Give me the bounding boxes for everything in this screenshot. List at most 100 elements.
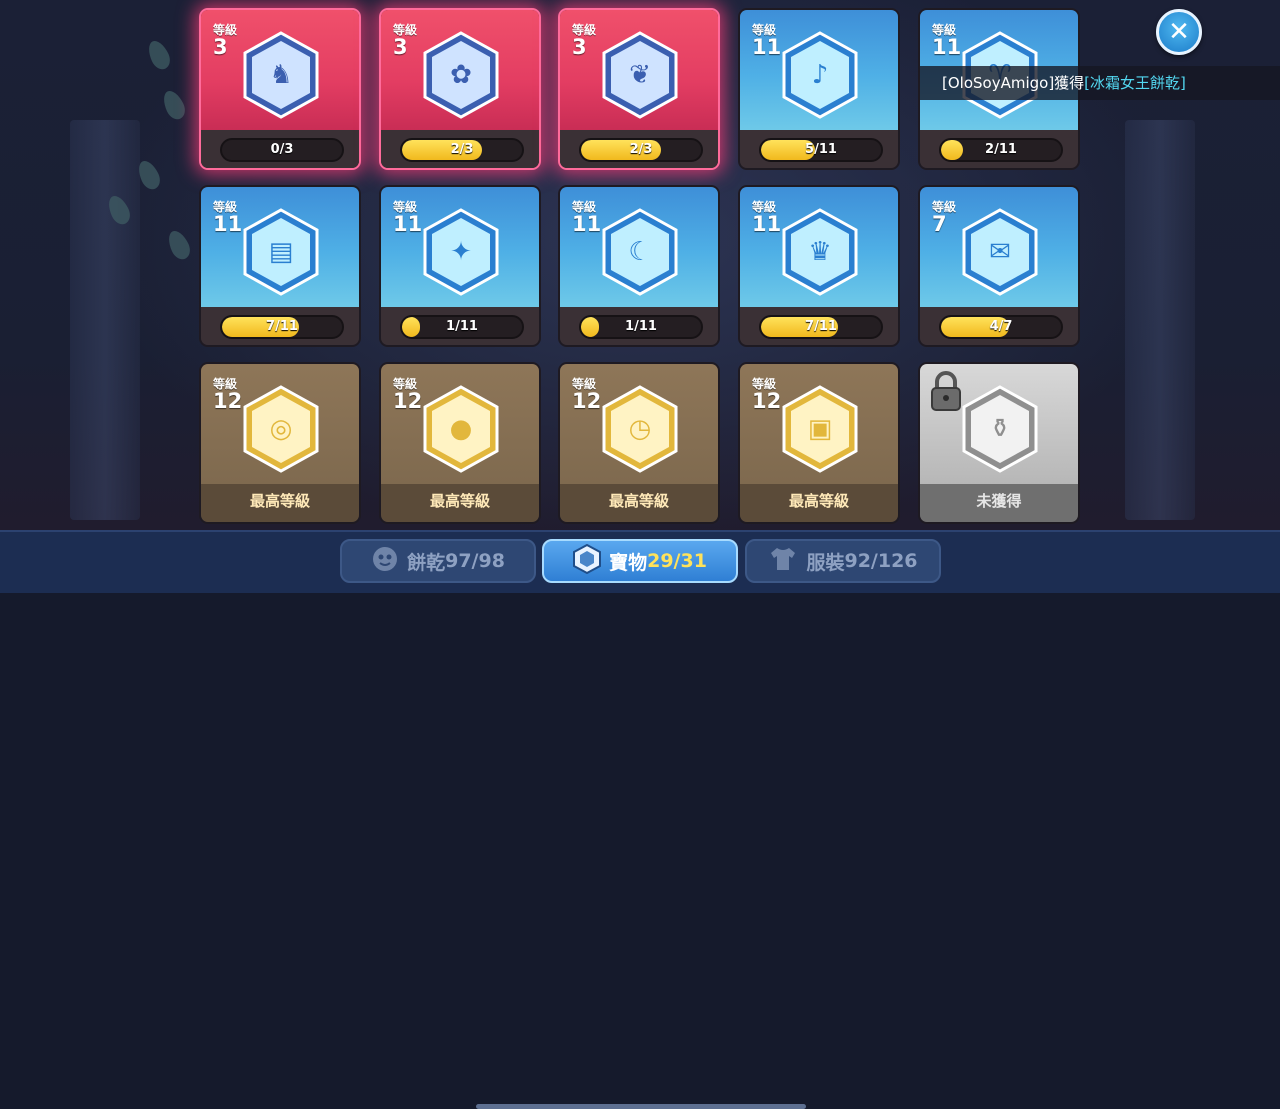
- yellow-bird-icon: ●: [422, 385, 500, 473]
- icon-glyph: ◎: [269, 414, 293, 444]
- icon-glyph: ✉: [989, 237, 1011, 267]
- icon-glyph: ▤: [268, 237, 294, 267]
- level-value: 12: [393, 389, 423, 413]
- cookie-face-icon: [371, 545, 399, 578]
- pocket-watch-icon: ◷: [601, 385, 679, 473]
- tab-count: 92/126: [844, 550, 918, 572]
- icon-glyph: ▣: [807, 414, 833, 444]
- level-value: 11: [572, 212, 602, 236]
- icon-glyph: ♪: [811, 60, 829, 90]
- level-value: 12: [213, 389, 243, 413]
- progress-bar: 2/11: [939, 138, 1063, 162]
- level-value: 11: [752, 212, 782, 236]
- close-icon: ✕: [1168, 17, 1190, 47]
- treasure-card[interactable]: ◎ 等級 12 最高等級: [199, 362, 361, 524]
- progress-text: 5/11: [805, 142, 837, 157]
- coral-branch-icon: ❦: [601, 31, 679, 119]
- icon-glyph: ✿: [450, 60, 472, 90]
- max-level-label: 最高等級: [608, 492, 669, 510]
- level-value: 3: [213, 35, 228, 59]
- max-level-label: 最高等級: [429, 492, 490, 510]
- progress-text: 2/11: [985, 142, 1017, 157]
- progress-bar: 7/11: [220, 315, 344, 339]
- max-level-label: 最高等級: [249, 492, 310, 510]
- tab-treasures[interactable]: 寶物 29/31: [542, 539, 738, 583]
- tab-scroll-indicator: [476, 1104, 806, 1109]
- progress-text: 2/3: [629, 142, 653, 157]
- progress-text: 1/11: [446, 319, 478, 334]
- scythe-bone-icon: ☾: [601, 208, 679, 296]
- progress-bar: 1/11: [400, 315, 524, 339]
- progress-bar: 2/3: [579, 138, 703, 162]
- treasure-card[interactable]: ♞ 等級 3 0/3: [199, 8, 361, 170]
- tab-label: 餅乾: [407, 551, 446, 574]
- icon-glyph: ●: [449, 414, 473, 444]
- progress-bar: 4/7: [939, 315, 1063, 339]
- treasure-card[interactable]: ✦ 等級 11 1/11: [379, 185, 541, 347]
- progress-text: 0/3: [270, 142, 294, 157]
- level-value: 11: [932, 35, 962, 59]
- progress-text: 7/11: [266, 319, 298, 334]
- level-value: 7: [932, 212, 947, 236]
- tab-label: 寶物: [609, 551, 648, 574]
- level-value: 12: [572, 389, 602, 413]
- lock-icon: [928, 369, 964, 413]
- flower-wreath-icon: ✿: [422, 31, 500, 119]
- progress-text: 2/3: [450, 142, 474, 157]
- progress-text: 1/11: [625, 319, 657, 334]
- treasure-card[interactable]: ♪ 等級 11 5/11: [738, 8, 900, 170]
- treasure-card[interactable]: ▣ 等級 12 最高等級: [738, 362, 900, 524]
- notice-highlight: [冰霜女王餅乾]: [1084, 74, 1186, 92]
- treasure-card[interactable]: ✉ 等級 7 4/7: [918, 185, 1080, 347]
- calendar-icon: ▤: [242, 208, 320, 296]
- progress-bar: 5/11: [759, 138, 883, 162]
- icon-glyph: ◷: [628, 414, 652, 444]
- icon-glyph: ♛: [808, 237, 832, 267]
- horse-mask-icon: ♞: [242, 31, 320, 119]
- icon-glyph: ✦: [450, 237, 472, 267]
- treasure-card[interactable]: ❦ 等級 3 2/3: [558, 8, 720, 170]
- icon-glyph: ❦: [629, 60, 651, 90]
- level-value: 11: [752, 35, 782, 59]
- close-button[interactable]: ✕: [1156, 9, 1202, 55]
- ribbon-roll-icon: ◎: [242, 385, 320, 473]
- tab-count: 97/98: [445, 550, 505, 572]
- treasure-chest-icon: ▣: [781, 385, 859, 473]
- acquisition-notice: [OloSoyAmigo]獲得[冰霜女王餅乾]: [920, 66, 1280, 100]
- bottom-tab-bar: 餅乾 97/98 寶物 29/31 服裝 92/126: [0, 530, 1280, 1109]
- tab-cookies[interactable]: 餅乾 97/98: [340, 539, 536, 583]
- icon-glyph: ☾: [628, 237, 652, 267]
- level-value: 3: [393, 35, 408, 59]
- tab-count: 29/31: [647, 550, 707, 572]
- hexagon-treasure-icon: [573, 543, 602, 579]
- treasure-card[interactable]: ☾ 等級 11 1/11: [558, 185, 720, 347]
- progress-text: 7/11: [805, 319, 837, 334]
- tab-label: 服裝: [806, 551, 845, 574]
- scroll-icon: ✉: [961, 208, 1039, 296]
- locked-treasure-icon: ⚱: [961, 385, 1039, 473]
- max-level-label: 最高等級: [788, 492, 849, 510]
- treasure-card[interactable]: ● 等級 12 最高等級: [379, 362, 541, 524]
- progress-bar: 1/11: [579, 315, 703, 339]
- treasure-card[interactable]: ◷ 等級 12 最高等級: [558, 362, 720, 524]
- chick-icon: ✦: [422, 208, 500, 296]
- icon-glyph: ⚱: [989, 414, 1011, 444]
- treasure-card[interactable]: ⚱ 未獲得: [918, 362, 1080, 524]
- progress-text: 4/7: [989, 319, 1013, 334]
- tab-costumes[interactable]: 服裝 92/126: [745, 539, 941, 583]
- right-pillar: [1125, 120, 1195, 520]
- horn-icon: ♪: [781, 31, 859, 119]
- icon-glyph: ♞: [269, 60, 293, 90]
- treasure-card[interactable]: ♛ 等級 11 7/11: [738, 185, 900, 347]
- progress-bar: 2/3: [400, 138, 524, 162]
- shirt-icon: [768, 546, 798, 577]
- left-pillar: [70, 120, 140, 520]
- progress-bar: 7/11: [759, 315, 883, 339]
- level-value: 12: [752, 389, 782, 413]
- treasure-card[interactable]: ▤ 等級 11 7/11: [199, 185, 361, 347]
- not-obtained-label: 未獲得: [976, 492, 1022, 510]
- treasure-card[interactable]: ✿ 等級 3 2/3: [379, 8, 541, 170]
- progress-bar: 0/3: [220, 138, 344, 162]
- level-value: 11: [393, 212, 423, 236]
- level-value: 11: [213, 212, 243, 236]
